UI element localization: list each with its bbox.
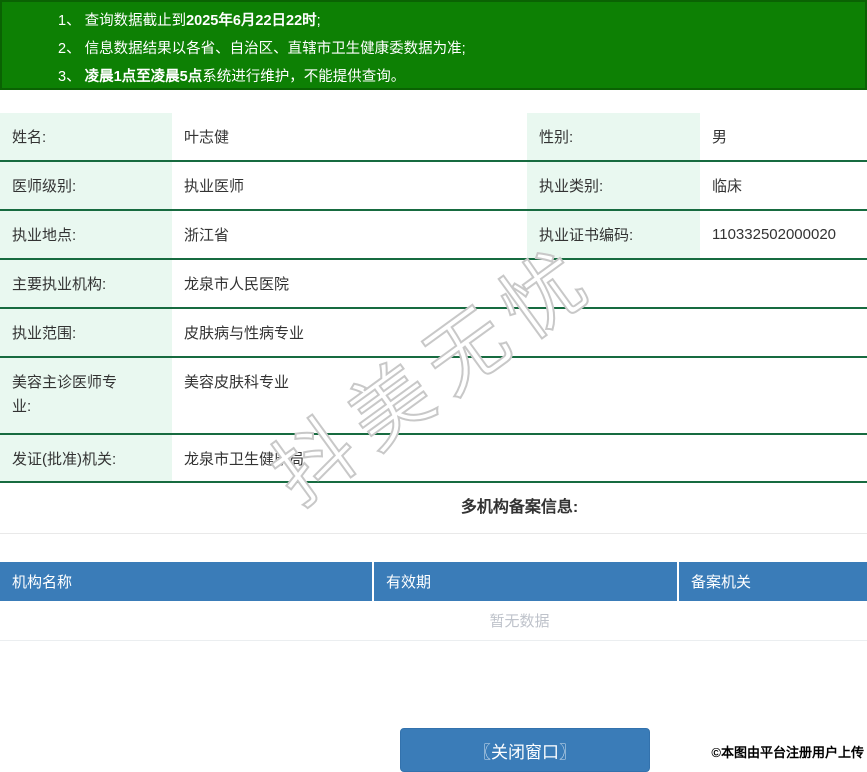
- row-label: 执业类别:: [527, 162, 700, 209]
- table-row-location-certno: 执业地点: 浙江省 执业证书编码: 110332502000020: [0, 211, 867, 260]
- table-row-scope: 执业范围: 皮肤病与性病专业: [0, 309, 867, 358]
- row-value: 执业医师: [184, 178, 245, 195]
- row-value: 临床: [712, 178, 743, 195]
- table-row-name-gender: 姓名: 叶志健 性别: 男: [0, 113, 867, 162]
- copyright-note: ©本图由平台注册用户上传: [711, 745, 864, 760]
- row-label: 性别:: [527, 113, 700, 160]
- table-row-main-institution: 主要执业机构: 龙泉市人民医院: [0, 260, 867, 309]
- header-cell-institution: 机构名称: [0, 562, 372, 601]
- section-title: 多机构备案信息:: [460, 499, 579, 516]
- notice-panel: 1、 查询数据截止到2025年6月22日22时; 2、 信息数据结果以各省、自治…: [0, 0, 867, 90]
- practitioner-info-table: 姓名: 叶志健 性别: 男 医师级别: 执业医师 执业类别: 临床 执业地点: …: [0, 113, 867, 483]
- row-value: 叶志健: [184, 129, 230, 146]
- row-value: 110332502000020: [712, 226, 837, 243]
- row-label: 医师级别:: [0, 162, 172, 209]
- row-value: 美容皮肤科专业: [184, 374, 290, 391]
- row-value: 皮肤病与性病专业: [184, 325, 305, 342]
- notice-line-2: 2、 信息数据结果以各省、自治区、直辖市卫生健康委数据为准;: [58, 41, 466, 57]
- empty-state-text: 暂无数据: [0, 601, 867, 641]
- table-row-cosmetic-specialty: 美容主诊医师专业: 美容皮肤科专业: [0, 358, 867, 435]
- close-window-button[interactable]: 〖关闭窗口〗: [400, 728, 650, 772]
- row-label: 主要执业机构:: [0, 260, 172, 307]
- header-cell-filing-authority: 备案机关: [679, 562, 867, 601]
- row-label: 发证(批准)机关:: [0, 435, 172, 481]
- row-label: 姓名:: [0, 113, 172, 160]
- row-label: 美容主诊医师专业:: [0, 358, 172, 433]
- notice-line-1: 1、 查询数据截止到2025年6月22日22时;: [58, 13, 321, 29]
- row-label: 执业证书编码:: [527, 211, 700, 258]
- row-value: 龙泉市卫生健康局: [184, 450, 305, 468]
- row-value: 龙泉市人民医院: [184, 276, 290, 293]
- row-value: 浙江省: [184, 227, 230, 244]
- row-label: 执业范围:: [0, 309, 172, 356]
- row-label: 执业地点:: [0, 211, 172, 258]
- registry-header-row: 机构名称 有效期 备案机关: [0, 562, 867, 601]
- table-row-issuing-authority: 发证(批准)机关: 龙泉市卫生健康局: [0, 435, 867, 483]
- table-row-level-category: 医师级别: 执业医师 执业类别: 临床: [0, 162, 867, 211]
- header-cell-validity: 有效期: [374, 562, 677, 601]
- row-value: 男: [712, 129, 728, 146]
- notice-line-3: 3、 凌晨1点至凌晨5点系统进行维护，不能提供查询。: [58, 69, 406, 85]
- divider-line: [0, 533, 867, 534]
